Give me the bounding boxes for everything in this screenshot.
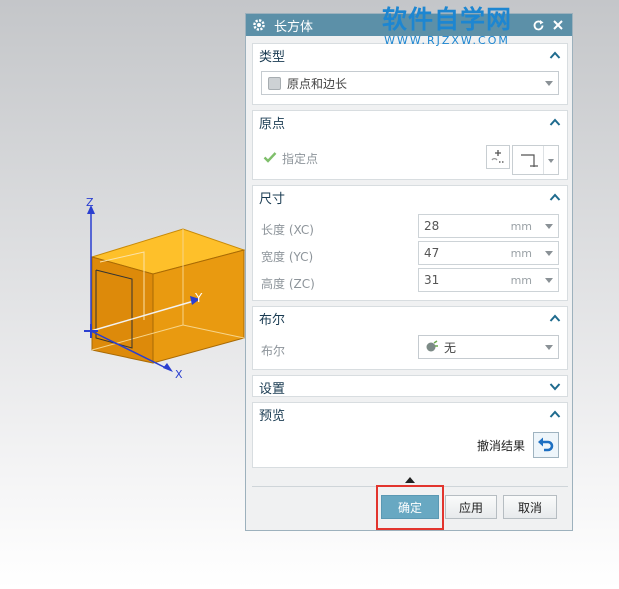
- undo-result-button[interactable]: [533, 432, 559, 458]
- group-size-title: 尺寸: [259, 191, 286, 207]
- point-type-selector[interactable]: [512, 145, 559, 175]
- specify-point-label: 指定点: [282, 152, 319, 166]
- height-unit: mm: [510, 273, 532, 287]
- group-origin: 原点 指定点: [252, 110, 568, 180]
- group-origin-header[interactable]: 原点: [253, 111, 567, 133]
- type-selected: 原点和边长: [287, 76, 348, 91]
- height-value: 31: [424, 273, 440, 287]
- group-preview-title: 预览: [259, 408, 286, 424]
- group-size-header[interactable]: 尺寸: [253, 186, 567, 208]
- chevron-up-icon[interactable]: [549, 313, 561, 323]
- length-input[interactable]: 28 mm: [418, 214, 559, 238]
- boolean-selected: 无: [444, 340, 457, 355]
- length-label: 长度 (XC): [261, 223, 314, 237]
- length-value: 28: [424, 219, 440, 233]
- group-origin-title: 原点: [259, 116, 286, 132]
- watermark-url: WWW.RJZXW.COM: [384, 34, 510, 47]
- width-label: 宽度 (YC): [261, 250, 314, 264]
- chevron-up-icon[interactable]: [549, 409, 561, 419]
- chevron-down-icon[interactable]: [545, 278, 553, 283]
- axis-label-x: X: [175, 368, 183, 381]
- chevron-up-icon[interactable]: [549, 192, 561, 202]
- chevron-down-icon[interactable]: [545, 224, 553, 229]
- undo-icon: [538, 437, 554, 452]
- cancel-button[interactable]: 取消: [503, 495, 557, 519]
- apply-button[interactable]: 应用: [445, 495, 497, 519]
- group-boolean-title: 布尔: [259, 312, 286, 328]
- length-unit: mm: [510, 219, 532, 233]
- point-dialog-icon[interactable]: [486, 145, 510, 169]
- box-model: Z Y X: [84, 196, 245, 381]
- boolean-label: 布尔: [261, 344, 286, 358]
- chevron-down-icon[interactable]: [549, 382, 561, 392]
- group-settings-title: 设置: [259, 381, 286, 397]
- cube-type-icon: [268, 76, 281, 90]
- graphics-viewport[interactable]: Z Y X: [0, 0, 245, 589]
- block-dialog: 长方体 类型 原点和边长 原点 指定点 尺寸 长度 (XC) 28 mm 宽度 …: [245, 13, 573, 531]
- boolean-none-icon: [425, 340, 439, 354]
- type-dropdown[interactable]: 原点和边长: [261, 71, 559, 95]
- group-boolean-header[interactable]: 布尔: [253, 307, 567, 329]
- group-type-title: 类型: [259, 49, 286, 65]
- group-settings-header[interactable]: 设置: [253, 376, 567, 398]
- check-icon: [263, 151, 277, 166]
- width-value: 47: [424, 246, 440, 260]
- watermark-logo: 软件自学网 WWW.RJZXW.COM: [372, 5, 522, 48]
- reset-icon[interactable]: [530, 17, 546, 33]
- width-input[interactable]: 47 mm: [418, 241, 559, 265]
- height-input[interactable]: 31 mm: [418, 268, 559, 292]
- group-preview-header[interactable]: 预览: [253, 403, 567, 425]
- group-preview: 预览 撤消结果: [252, 402, 568, 468]
- height-label: 高度 (ZC): [261, 277, 315, 291]
- axis-label-y: Y: [194, 291, 203, 305]
- chevron-down-icon: [545, 81, 553, 86]
- ok-highlight-frame: [376, 485, 444, 530]
- collapse-arrow-icon[interactable]: [405, 477, 415, 483]
- chevron-up-icon[interactable]: [549, 117, 561, 127]
- group-type: 类型 原点和边长: [252, 43, 568, 105]
- gear-icon: [252, 18, 266, 32]
- chevron-down-icon[interactable]: [545, 251, 553, 256]
- close-icon[interactable]: [550, 17, 566, 33]
- group-settings: 设置: [252, 375, 568, 397]
- boolean-dropdown[interactable]: 无: [418, 335, 559, 359]
- group-boolean: 布尔 布尔 无: [252, 306, 568, 370]
- group-type-header[interactable]: 类型: [253, 44, 567, 66]
- axis-label-z: Z: [86, 196, 94, 209]
- chevron-up-icon[interactable]: [549, 50, 561, 60]
- group-size: 尺寸 长度 (XC) 28 mm 宽度 (YC) 47 mm 高度 (ZC) 3…: [252, 185, 568, 301]
- width-unit: mm: [510, 246, 532, 260]
- undo-result-label: 撤消结果: [477, 439, 526, 453]
- chevron-down-icon: [545, 345, 553, 350]
- watermark-title: 软件自学网: [381, 5, 512, 34]
